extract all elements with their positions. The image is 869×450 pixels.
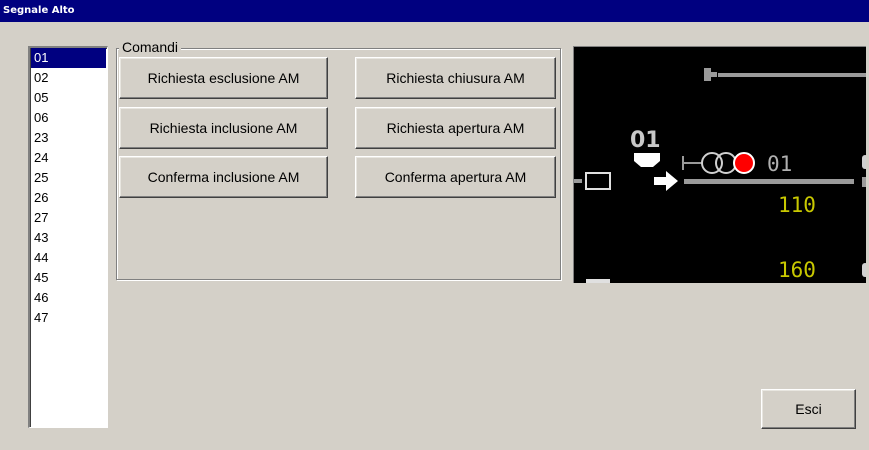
- track-schematic-view: 01 01 110 160: [573, 46, 866, 283]
- richiesta-chiusura-button[interactable]: Richiesta chiusura AM: [355, 57, 556, 99]
- signal-list-item[interactable]: 45: [31, 268, 106, 288]
- signal-list-item[interactable]: 02: [31, 68, 106, 88]
- richiesta-esclusione-button[interactable]: Richiesta esclusione AM: [119, 57, 328, 99]
- signal-list-item[interactable]: 24: [31, 148, 106, 168]
- main-track-line: [684, 179, 854, 184]
- shield-icon: [634, 153, 660, 167]
- conferma-inclusione-button[interactable]: Conferma inclusione AM: [119, 156, 328, 198]
- signal-label: 01: [630, 128, 661, 153]
- signal-list-item[interactable]: 06: [31, 108, 106, 128]
- signal-list-item[interactable]: 44: [31, 248, 106, 268]
- signal-list-item[interactable]: 25: [31, 168, 106, 188]
- signal-list-item[interactable]: 47: [31, 308, 106, 328]
- track-marker-lower: [862, 263, 866, 277]
- track-end-stop: [704, 68, 711, 81]
- speed-label-lower: 160: [778, 258, 816, 282]
- arrow-right-icon: [654, 171, 678, 191]
- segnale-alto-window: Segnale Alto 01 02 05 06 23 24 25 26 27 43 44 45 46 4…: [0, 0, 869, 450]
- window-title: Segnale Alto: [0, 0, 869, 22]
- speed-label-upper: 110: [778, 193, 816, 217]
- signal-name: 01: [767, 152, 792, 176]
- signal-list-item[interactable]: 43: [31, 228, 106, 248]
- left-track-stub: [574, 179, 582, 183]
- track-marker-right-2: [862, 177, 866, 187]
- signal-listbox[interactable]: 01 02 05 06 23 24 25 26 27 43 44 45 46 47: [28, 46, 108, 428]
- signal-lamp-red: [733, 152, 755, 174]
- conferma-apertura-button[interactable]: Conferma apertura AM: [355, 156, 556, 198]
- signal-list-item[interactable]: 26: [31, 188, 106, 208]
- track-marker-right: [862, 155, 866, 169]
- commands-group-legend: Comandi: [119, 39, 182, 55]
- signal-list-item[interactable]: 01: [31, 48, 106, 68]
- upper-track-line: [718, 73, 866, 77]
- track-end-stub: [711, 72, 717, 77]
- signal-list-item[interactable]: 46: [31, 288, 106, 308]
- bottom-block-stub: [586, 279, 610, 283]
- signal-list-item[interactable]: 27: [31, 208, 106, 228]
- exit-button[interactable]: Esci: [761, 389, 856, 429]
- richiesta-apertura-button[interactable]: Richiesta apertura AM: [355, 107, 556, 149]
- block-section-icon: [585, 172, 611, 190]
- track-schematic-svg: 01 01 110 160: [574, 68, 866, 283]
- signal-list-item[interactable]: 05: [31, 88, 106, 108]
- signal-list-item[interactable]: 23: [31, 128, 106, 148]
- richiesta-inclusione-button[interactable]: Richiesta inclusione AM: [119, 107, 328, 149]
